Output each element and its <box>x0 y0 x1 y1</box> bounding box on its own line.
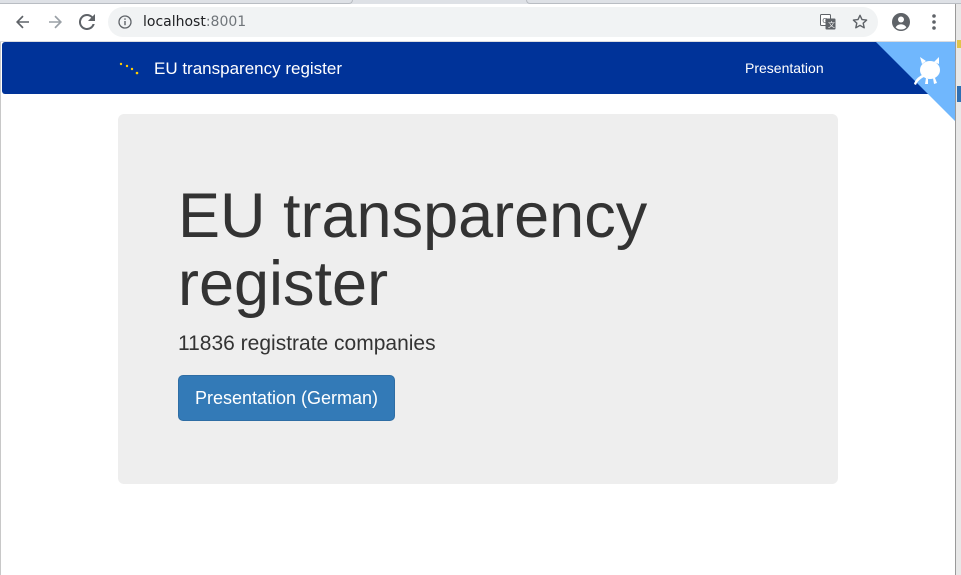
top-navbar: EU transparency register Presentation <box>2 42 955 121</box>
url-port: :8001 <box>205 14 247 30</box>
svg-text:文: 文 <box>828 20 835 29</box>
adjacent-window-edge <box>955 4 961 575</box>
back-arrow-icon <box>16 15 29 29</box>
forward-button[interactable] <box>40 7 70 37</box>
browser-toolbar: localhost:8001 G 文 <box>0 4 961 42</box>
presentation-german-button[interactable]: Presentation (German) <box>178 375 395 421</box>
translate-icon[interactable]: G 文 <box>820 14 836 30</box>
adjacent-window-mark <box>957 86 961 102</box>
web-page: EU transparency register Presentation EU… <box>0 42 955 575</box>
browser-window: localhost:8001 G 文 EU transparency regis… <box>0 0 961 575</box>
adjacent-window-mark <box>957 40 961 48</box>
hero-jumbotron: EU transparency register 11836 registrat… <box>118 114 838 484</box>
navbar-brand[interactable]: EU transparency register <box>154 59 342 79</box>
nav-link-presentation[interactable]: Presentation <box>745 60 824 76</box>
github-fork-corner-icon[interactable] <box>876 42 955 122</box>
url-host: localhost <box>143 14 206 30</box>
info-icon[interactable] <box>118 15 132 29</box>
kebab-menu-icon[interactable] <box>924 12 944 32</box>
account-icon[interactable] <box>891 12 911 32</box>
svg-text:G: G <box>822 17 827 25</box>
url-text[interactable]: localhost:8001 <box>143 14 246 30</box>
page-title: EU transparency register <box>178 181 648 319</box>
eu-stars-logo-icon[interactable] <box>118 60 142 78</box>
reload-icon <box>79 14 95 30</box>
address-bar[interactable]: localhost:8001 G 文 <box>108 7 878 37</box>
star-icon[interactable] <box>852 14 868 30</box>
reload-button[interactable] <box>72 7 102 37</box>
forward-arrow-icon <box>49 15 62 29</box>
back-button[interactable] <box>8 7 38 37</box>
company-count-text: 11836 registrate companies <box>178 332 436 355</box>
